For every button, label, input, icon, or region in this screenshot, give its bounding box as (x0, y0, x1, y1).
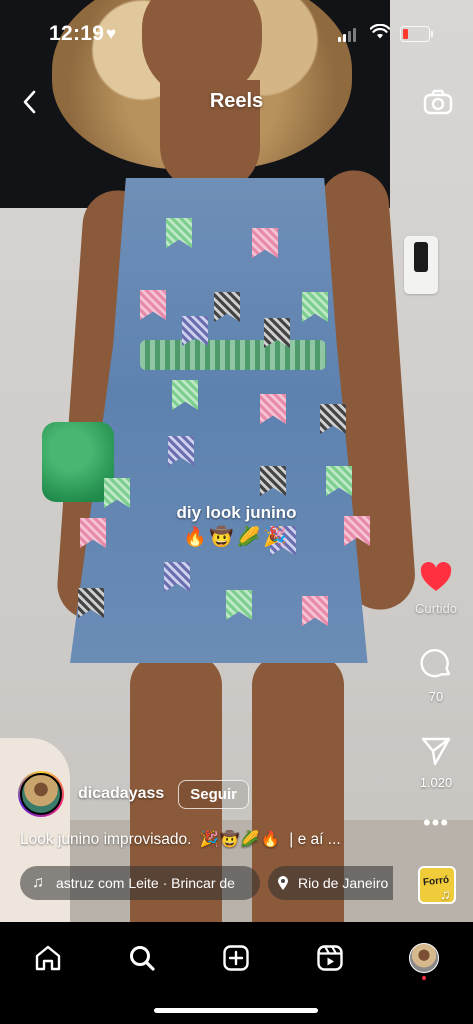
gingham-waistband (140, 340, 326, 370)
nav-search[interactable] (118, 938, 166, 978)
comment-bubble-icon (420, 648, 451, 678)
location-pin-icon (268, 875, 298, 891)
follow-button[interactable]: Seguir (178, 779, 249, 809)
author-username[interactable]: dicadayass (78, 785, 164, 803)
reel-caption[interactable]: Look junino improvisado. 🎉🤠🌽🔥 | e aí ... (20, 830, 400, 849)
like-label: Curtido (415, 601, 457, 616)
more-dots-icon: ••• (422, 810, 450, 835)
profile-avatar (409, 943, 439, 973)
author-avatar[interactable] (18, 771, 64, 817)
author-row: dicadayass Seguir (18, 770, 249, 818)
reels-screen: 12:19 ♥ Reels diy look junino 🔥🤠🌽🎉 Curti… (0, 0, 473, 1024)
overlay-title: diy look junino (176, 503, 297, 522)
comment-count: 70 (428, 689, 444, 704)
caption-tail: | e aí ... (289, 831, 341, 848)
wall-charger (404, 236, 438, 294)
caption-emojis: 🎉🤠🌽🔥 (199, 831, 281, 848)
music-icon: ♫ (32, 874, 44, 891)
home-indicator[interactable] (154, 1008, 318, 1013)
heart-status-icon: ♥ (106, 24, 117, 43)
camera-icon (423, 89, 453, 115)
audio-chip[interactable]: ♫ astruz com Leite · Brincar de (20, 866, 260, 900)
audio-label: astruz com Leite · Brincar de (56, 875, 235, 891)
caption-text: Look junino improvisado. (20, 831, 192, 848)
camera-button[interactable] (420, 84, 456, 120)
video-overlay-text: diy look junino 🔥🤠🌽🎉 (0, 503, 473, 549)
green-bag (42, 422, 114, 502)
nav-create[interactable] (212, 938, 260, 978)
share-button[interactable]: 1.020 (406, 736, 466, 790)
notification-dot (422, 976, 426, 980)
reels-header: Reels (0, 82, 473, 122)
comment-button[interactable]: 70 (406, 646, 466, 704)
wifi-icon (369, 23, 391, 45)
status-bar: 12:19 ♥ (0, 0, 473, 70)
search-icon (130, 946, 155, 971)
music-note-icon: ♫ (440, 886, 451, 902)
page-title: Reels (209, 90, 264, 112)
nav-profile[interactable] (400, 938, 448, 980)
overlay-emojis: 🔥🤠🌽🎉 (183, 527, 290, 548)
share-count: 1.020 (419, 775, 453, 790)
nav-reels[interactable] (306, 938, 354, 978)
paper-plane-icon (421, 737, 451, 766)
like-button[interactable]: Curtido (406, 562, 466, 616)
battery-icon (400, 26, 433, 42)
signal-icon (338, 28, 356, 42)
create-icon (223, 945, 249, 971)
status-time: 12:19 (49, 22, 105, 45)
more-options-button[interactable]: ••• (420, 812, 452, 842)
home-icon (35, 945, 61, 971)
reels-icon (317, 945, 343, 971)
heart-filled-icon (420, 562, 452, 591)
nav-home[interactable] (24, 938, 72, 978)
location-chip[interactable]: Rio de Janeiro (268, 866, 393, 900)
location-label: Rio de Janeiro (298, 875, 389, 891)
